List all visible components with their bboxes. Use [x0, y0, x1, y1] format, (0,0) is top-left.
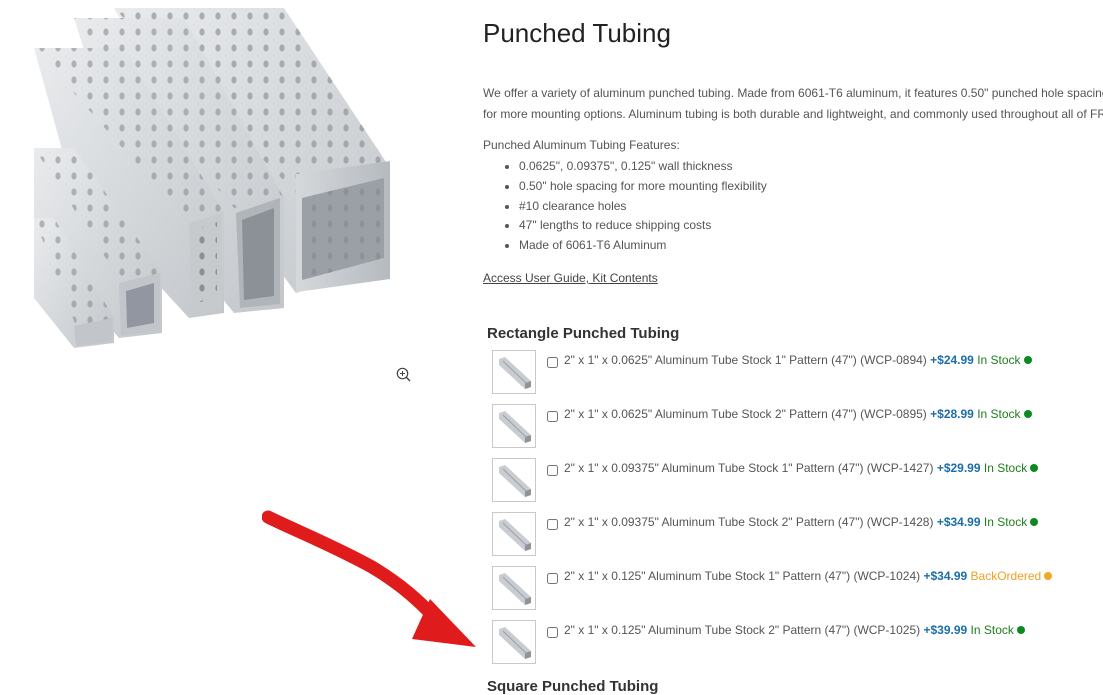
option-checkbox[interactable]	[547, 411, 558, 422]
option-label: 2" x 1" x 0.09375" Aluminum Tube Stock 2…	[564, 515, 1039, 529]
option-row-wcp-0894: 2" x 1" x 0.0625" Aluminum Tube Stock 1"…	[492, 350, 1103, 396]
in-stock-dot-icon	[1030, 464, 1039, 472]
option-label: 2" x 1" x 0.09375" Aluminum Tube Stock 1…	[564, 461, 1039, 475]
option-price: +$24.99	[930, 353, 974, 367]
annotation-arrow	[261, 507, 482, 657]
option-name: 2" x 1" x 0.125" Aluminum Tube Stock 2" …	[564, 623, 921, 637]
in-stock-dot-icon	[1023, 356, 1032, 364]
feature-item: #10 clearance holes	[519, 197, 767, 217]
product-image[interactable]	[34, 8, 390, 348]
option-label: 2" x 1" x 0.125" Aluminum Tube Stock 2" …	[564, 623, 1025, 637]
option-name: 2" x 1" x 0.09375" Aluminum Tube Stock 1…	[564, 461, 934, 475]
feature-item: 47" lengths to reduce shipping costs	[519, 216, 767, 236]
option-thumbnail	[492, 458, 536, 502]
option-name: 2" x 1" x 0.125" Aluminum Tube Stock 1" …	[564, 569, 921, 583]
stock-status: In Stock	[983, 515, 1028, 529]
stock-status: In Stock	[977, 407, 1021, 421]
section-heading-rectangle: Rectangle Punched Tubing	[487, 325, 680, 342]
option-thumbnail	[492, 512, 536, 556]
option-name: 2" x 1" x 0.0625" Aluminum Tube Stock 1"…	[564, 353, 927, 367]
feature-item: Made of 6061-T6 Aluminum	[519, 236, 767, 256]
option-thumbnail	[492, 350, 536, 394]
stock-status: BackOrdered	[970, 569, 1042, 583]
option-thumbnail	[492, 404, 536, 448]
option-row-wcp-1025: 2" x 1" x 0.125" Aluminum Tube Stock 2" …	[492, 620, 1103, 666]
backordered-dot-icon	[1044, 572, 1053, 580]
option-row-wcp-1024: 2" x 1" x 0.125" Aluminum Tube Stock 1" …	[492, 566, 1103, 612]
option-price: +$29.99	[936, 461, 981, 475]
option-row-wcp-1427: 2" x 1" x 0.09375" Aluminum Tube Stock 1…	[492, 458, 1103, 504]
option-row-wcp-0895: 2" x 1" x 0.0625" Aluminum Tube Stock 2"…	[492, 404, 1103, 450]
option-row-wcp-1428: 2" x 1" x 0.09375" Aluminum Tube Stock 2…	[492, 512, 1103, 558]
in-stock-dot-icon	[1016, 626, 1025, 634]
stock-status: In Stock	[983, 461, 1028, 475]
option-thumbnail	[492, 620, 536, 664]
features-list: 0.0625", 0.09375", 0.125" wall thickness…	[483, 157, 767, 256]
option-label: 2" x 1" x 0.0625" Aluminum Tube Stock 1"…	[564, 353, 1032, 367]
option-name: 2" x 1" x 0.09375" Aluminum Tube Stock 2…	[564, 515, 934, 529]
option-name: 2" x 1" x 0.0625" Aluminum Tube Stock 2"…	[564, 407, 927, 421]
page-title: Punched Tubing	[483, 18, 671, 48]
option-checkbox[interactable]	[547, 573, 558, 584]
option-price: +$34.99	[936, 515, 981, 529]
stock-status: In Stock	[977, 353, 1021, 367]
product-description: We offer a variety of aluminum punched t…	[483, 86, 1103, 121]
option-thumbnail	[492, 566, 536, 610]
feature-item: 0.50" hole spacing for more mounting fle…	[519, 177, 767, 197]
stock-status: In Stock	[970, 623, 1014, 637]
feature-item: 0.0625", 0.09375", 0.125" wall thickness	[519, 157, 767, 177]
option-price: +$28.99	[930, 407, 974, 421]
in-stock-dot-icon	[1030, 518, 1039, 526]
option-checkbox[interactable]	[547, 357, 558, 368]
user-guide-link[interactable]: Access User Guide, Kit Contents	[483, 271, 658, 285]
option-price: +$34.99	[923, 569, 968, 583]
option-label: 2" x 1" x 0.0625" Aluminum Tube Stock 2"…	[564, 407, 1032, 421]
section-heading-square: Square Punched Tubing	[487, 678, 659, 695]
zoom-in-icon[interactable]	[395, 366, 413, 384]
option-checkbox[interactable]	[547, 627, 558, 638]
option-checkbox[interactable]	[547, 465, 558, 476]
features-heading: Punched Aluminum Tubing Features:	[483, 138, 680, 152]
option-checkbox[interactable]	[547, 519, 558, 530]
option-label: 2" x 1" x 0.125" Aluminum Tube Stock 1" …	[564, 569, 1053, 583]
option-price: +$39.99	[923, 623, 968, 637]
in-stock-dot-icon	[1023, 410, 1032, 418]
